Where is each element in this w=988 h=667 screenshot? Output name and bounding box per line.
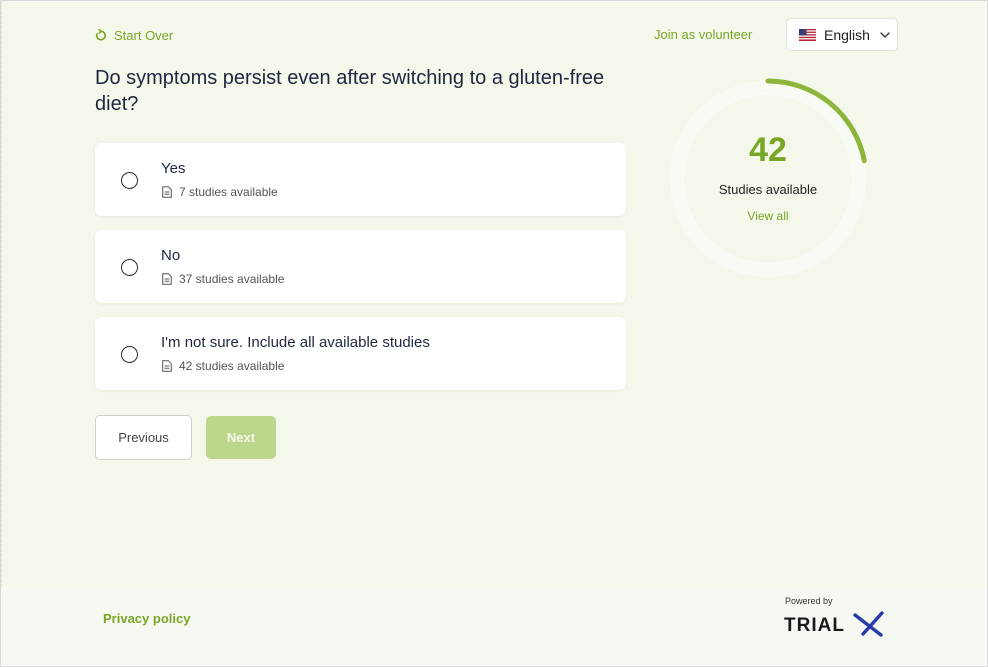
previous-button[interactable]: Previous (95, 415, 192, 460)
studies-count-text: 37 studies available (179, 272, 285, 286)
option-meta: 37 studies available (162, 272, 284, 286)
language-select[interactable]: English (786, 18, 898, 51)
privacy-policy-link[interactable]: Privacy policy (103, 611, 190, 626)
option-label: I'm not sure. Include all available stud… (161, 334, 430, 351)
radio-button[interactable] (121, 259, 138, 276)
studies-label: Studies available (718, 182, 818, 197)
radio-button[interactable] (121, 346, 138, 363)
answer-options: Yes 7 studies available No 37 studies av… (95, 143, 626, 404)
option-label: Yes (161, 160, 186, 177)
option-yes[interactable]: Yes 7 studies available (95, 143, 626, 216)
us-flag-icon (799, 28, 816, 41)
question-text: Do symptoms persist even after switching… (95, 67, 605, 115)
option-meta: 42 studies available (162, 359, 284, 373)
studies-count: 42 (749, 131, 787, 169)
trialx-logo: TRIAL (784, 611, 884, 637)
option-not-sure[interactable]: I'm not sure. Include all available stud… (95, 317, 626, 390)
option-meta: 7 studies available (162, 185, 278, 199)
view-all-link[interactable]: View all (666, 209, 870, 223)
start-over-label: Start Over (114, 27, 174, 43)
language-label: English (824, 26, 870, 43)
start-over-link[interactable]: Start Over (94, 26, 173, 44)
footer: Privacy policy Powered by TRIAL (1, 587, 985, 665)
option-label: No (161, 247, 181, 264)
studies-summary: 42 Studies available View all (666, 77, 870, 281)
option-no[interactable]: No 37 studies available (95, 230, 626, 303)
progress-ring (670, 78, 867, 277)
join-volunteer-link[interactable]: Join as volunteer (654, 27, 752, 42)
document-icon (162, 186, 172, 198)
studies-count-text: 42 studies available (179, 359, 285, 373)
document-icon (162, 360, 172, 372)
studies-count-text: 7 studies available (179, 185, 278, 199)
next-button[interactable]: Next (206, 416, 276, 459)
chevron-down-icon (880, 31, 890, 38)
refresh-icon (95, 28, 106, 41)
svg-text:TRIAL: TRIAL (784, 615, 845, 636)
powered-by-label: Powered by (785, 596, 833, 606)
document-icon (162, 273, 172, 285)
main-panel: Start Over Join as volunteer English Do … (1, 1, 985, 587)
radio-button[interactable] (121, 172, 138, 189)
